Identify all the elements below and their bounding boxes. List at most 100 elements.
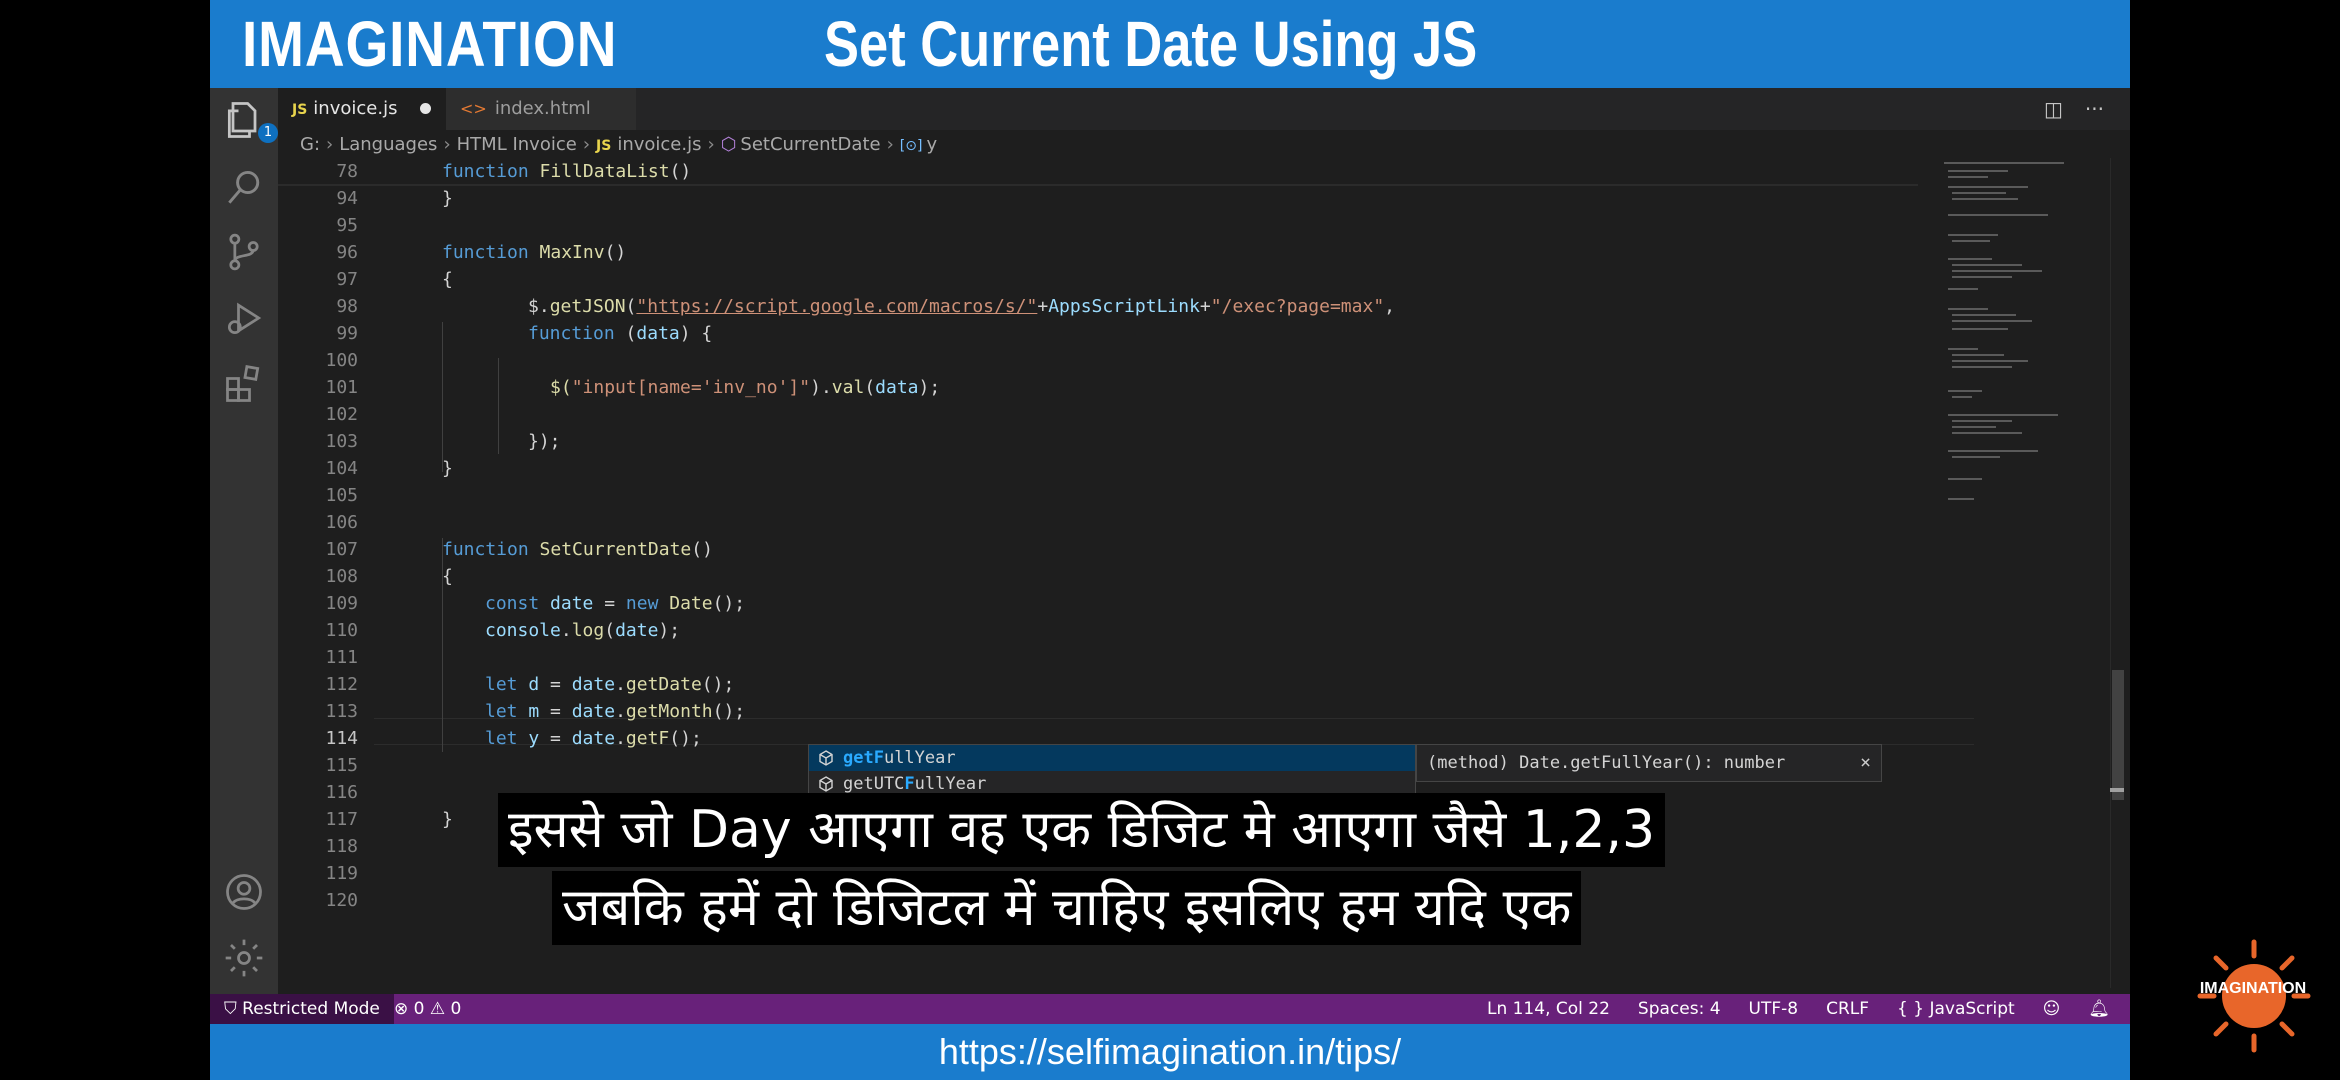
- minimap[interactable]: [1940, 158, 2120, 988]
- search-icon[interactable]: [222, 166, 266, 210]
- indent-guide: [442, 322, 443, 472]
- code-line: {: [442, 566, 453, 587]
- line-number: 120: [325, 890, 358, 911]
- code-line: function (data) {: [528, 323, 713, 344]
- line-number: 95: [336, 215, 358, 236]
- scrollbar-cursor-marker: [2110, 788, 2124, 792]
- variable-symbol-icon: [⊙]: [899, 138, 923, 154]
- line-number: 99: [336, 323, 358, 344]
- line-number: 104: [325, 458, 358, 479]
- line-number: 100: [325, 350, 358, 371]
- code-line: console.log(date);: [485, 620, 681, 641]
- brand-logo-text: IMAGINATION: [242, 8, 618, 80]
- breadcrumb-file[interactable]: invoice.js: [617, 134, 701, 155]
- shield-icon: ⛉: [224, 999, 243, 1019]
- line-ending[interactable]: CRLF: [1826, 999, 1869, 1019]
- tab-index-html[interactable]: <> index.html: [446, 88, 636, 130]
- autocomplete-list: getFullYear getUTCFullYear: [808, 744, 1416, 796]
- function-symbol-icon: ⬡: [720, 134, 737, 155]
- status-right-group: Ln 114, Col 22 Spaces: 4 UTF-8 CRLF { } Java…: [1459, 994, 2110, 1024]
- method-cube-icon: [819, 776, 833, 792]
- chevron-right-icon: ›: [326, 134, 334, 155]
- line-number: 96: [336, 242, 358, 263]
- line-number: 78: [336, 161, 358, 182]
- line-number: 112: [325, 674, 358, 695]
- status-bar: ⛉ Restricted Mode ⊗ 0 ⚠ 0 Ln 114, Col 22…: [210, 994, 2130, 1024]
- breadcrumb: G: › Languages › HTML Invoice › JS invoice.js › ⬡…: [300, 131, 937, 159]
- method-cube-icon: [819, 750, 833, 766]
- source-control-icon[interactable]: [222, 230, 266, 274]
- chevron-right-icon: ›: [443, 134, 451, 155]
- vertical-scrollbar[interactable]: [2110, 158, 2124, 988]
- subtitle-line-1: इससे जो Day आएगा वह एक डिजिट मे आएगा जैस…: [498, 793, 1666, 867]
- accounts-icon[interactable]: [222, 870, 266, 914]
- code-line: });: [528, 431, 561, 452]
- code-line: function FillDataList(): [442, 161, 692, 182]
- encoding[interactable]: UTF-8: [1749, 999, 1799, 1019]
- explorer-badge: 1: [258, 123, 278, 143]
- extensions-icon[interactable]: [222, 362, 266, 406]
- code-line: const date = new Date();: [485, 593, 746, 614]
- line-number: 119: [325, 863, 358, 884]
- breadcrumb-function[interactable]: SetCurrentDate: [740, 134, 880, 155]
- settings-gear-icon[interactable]: [222, 936, 266, 980]
- scrollbar-thumb[interactable]: [2112, 670, 2124, 800]
- line-number: 105: [325, 485, 358, 506]
- restricted-mode-indicator[interactable]: ⛉ Restricted Mode: [210, 994, 394, 1024]
- code-line: {: [442, 269, 453, 290]
- tab-invoice-js[interactable]: JS invoice.js: [278, 88, 446, 130]
- cursor-position[interactable]: Ln 114, Col 22: [1487, 999, 1610, 1019]
- explorer-icon[interactable]: 1: [222, 98, 278, 143]
- code-line: }: [442, 809, 453, 830]
- line-number-active: 114: [325, 728, 358, 749]
- watermark-text: IMAGINATION: [2199, 980, 2307, 997]
- line-number: 115: [325, 755, 358, 776]
- close-icon[interactable]: ×: [1860, 745, 1871, 781]
- breadcrumb-drive[interactable]: G:: [300, 134, 320, 155]
- code-line: let m = date.getMonth();: [485, 701, 746, 722]
- suggestion-signature: (method) Date.getFullYear(): number: [1427, 753, 1786, 773]
- title-banner: IMAGINATION Set Current Date Using JS: [210, 0, 2130, 88]
- code-line: $.getJSON("https://script.google.com/mac…: [528, 296, 1395, 317]
- run-debug-icon[interactable]: [222, 296, 266, 340]
- more-actions-icon[interactable]: ···: [2085, 97, 2104, 121]
- tab-label: invoice.js: [313, 98, 398, 119]
- language-mode[interactable]: { } JavaScript: [1897, 999, 2015, 1019]
- code-line: function MaxInv(): [442, 242, 627, 263]
- indent-guide: [498, 358, 499, 454]
- suggestion-item-selected[interactable]: getFullYear: [809, 745, 1415, 771]
- line-number: 110: [325, 620, 358, 641]
- split-editor-icon[interactable]: ◫: [2044, 97, 2063, 121]
- bell-icon[interactable]: 🔔︎: [2088, 999, 2110, 1019]
- feedback-icon[interactable]: ☺: [2043, 999, 2061, 1019]
- code-line: }: [442, 458, 453, 479]
- unsaved-dot-icon[interactable]: [420, 103, 431, 114]
- line-number: 109: [325, 593, 358, 614]
- js-file-icon: JS: [596, 138, 612, 154]
- chevron-right-icon: ›: [886, 134, 894, 155]
- video-title: Set Current Date Using JS: [824, 8, 1478, 80]
- line-number: 97: [336, 269, 358, 290]
- footer-banner: https://selfimagination.in/tips/: [210, 1024, 2130, 1080]
- indentation[interactable]: Spaces: 4: [1638, 999, 1721, 1019]
- line-number: 118: [325, 836, 358, 857]
- problems-indicator[interactable]: ⊗ 0 ⚠ 0: [394, 994, 461, 1024]
- line-number: 102: [325, 404, 358, 425]
- code-line: $("input[name='inv_no']").val(data);: [550, 377, 941, 398]
- line-number: 106: [325, 512, 358, 533]
- line-number: 94: [336, 188, 358, 209]
- line-number: 101: [325, 377, 358, 398]
- editor-actions: ◫ ···: [2044, 88, 2104, 130]
- line-number: 117: [325, 809, 358, 830]
- line-number: 111: [325, 647, 358, 668]
- code-line: let d = date.getDate();: [485, 674, 735, 695]
- activity-bar: 1: [210, 88, 278, 994]
- line-number: 103: [325, 431, 358, 452]
- line-number: 108: [325, 566, 358, 587]
- code-line: function SetCurrentDate(): [442, 539, 713, 560]
- breadcrumb-variable[interactable]: y: [926, 134, 937, 155]
- breadcrumb-folder[interactable]: HTML Invoice: [457, 134, 577, 155]
- suggestion-detail: (method) Date.getFullYear(): number ×: [1416, 744, 1882, 782]
- code-line: }: [442, 188, 453, 209]
- breadcrumb-folder[interactable]: Languages: [339, 134, 437, 155]
